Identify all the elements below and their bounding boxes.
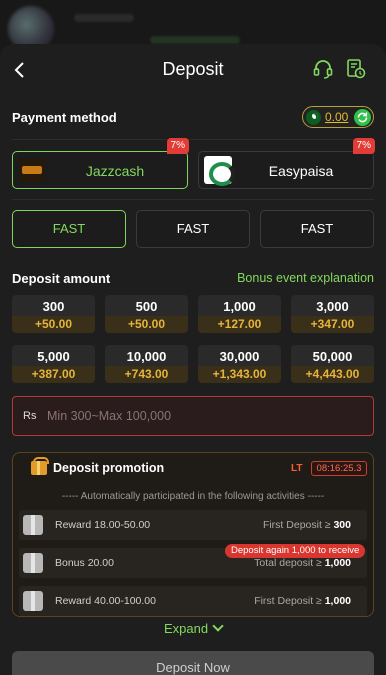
channel-fast-2[interactable]: FAST [136,210,250,248]
gift-box-icon [23,591,43,611]
records-clock-icon[interactable] [345,58,367,80]
background-text [74,14,134,22]
expand-button[interactable]: Expand [0,620,386,636]
payment-method-label: Payment method [12,110,117,125]
method-name: Jazzcash [85,163,145,179]
deposit-promotion-card: Deposit promotion LT 08:16:25.3 ----- Au… [12,452,374,617]
amount-bonus: +387.00 [12,366,95,383]
promotion-row-title: Reward 18.00-50.00 [55,519,151,531]
gift-box-icon [23,553,43,573]
deposit-again-tooltip: Deposit again 1,000 to receive [225,544,366,558]
amount-option[interactable]: 10,000 +743.00 [105,345,188,383]
amount-option[interactable]: 30,000 +1,343.00 [198,345,281,383]
promotion-row: Reward 18.00-50.00 First Deposit ≥ 300 [19,510,367,540]
amount-value: 300 [42,299,65,314]
gift-box-icon [23,515,43,535]
promotion-row-condition: First Deposit ≥ 1,000 [254,595,351,607]
payment-method-row: Payment method 0.00 [12,106,374,128]
amount-input[interactable] [47,397,367,435]
amount-value: 10,000 [126,349,167,364]
expand-label: Expand [163,621,209,636]
header: Deposit [0,44,386,96]
amount-value: 1,000 [223,299,256,314]
deposit-sheet: Deposit Payment method 0.00 Jazzcash 7% … [0,44,386,675]
countdown-timer: 08:16:25.3 [311,461,367,476]
amount-bonus: +50.00 [12,316,95,333]
amount-bonus: +347.00 [291,316,374,333]
amount-option[interactable]: 3,000 +347.00 [291,295,374,333]
condition-text: First Deposit ≥ [254,595,325,607]
amount-input-field: Rs [12,396,374,436]
amount-option[interactable]: 50,000 +4,443.00 [291,345,374,383]
discount-badge: 7% [352,138,375,154]
channel-fast-3[interactable]: FAST [260,210,374,248]
gift-icon [31,457,49,475]
amount-bonus: +127.00 [198,316,281,333]
headset-icon[interactable] [312,58,334,80]
condition-value: 300 [333,519,351,531]
balance-value: 0.00 [325,110,349,124]
amount-value: 3,000 [316,299,349,314]
deposit-amount-header: Deposit amount Bonus event explanation [12,270,374,286]
amount-option[interactable]: 5,000 +387.00 [12,345,95,383]
promotion-subtitle: ----- Automatically participated in the … [61,491,325,502]
payment-methods: Jazzcash 7% Easypaisa 7% [12,138,375,189]
divider [12,139,374,140]
limited-time-icon: LT [291,463,303,474]
amount-option[interactable]: 1,000 +127.00 [198,295,281,333]
method-jazzcash[interactable]: Jazzcash 7% [12,138,189,189]
amount-value: 50,000 [312,349,353,364]
deposit-now-button[interactable]: Deposit Now [12,651,374,675]
amount-bonus: +50.00 [105,316,188,333]
amount-value: 500 [135,299,158,314]
promotion-title: Deposit promotion [53,461,165,475]
pakistan-flag-icon [306,110,321,125]
balance-pill: 0.00 [302,106,374,128]
promotion-row-condition: First Deposit ≥ 300 [263,519,351,531]
amount-value: 5,000 [37,349,70,364]
bonus-event-link[interactable]: Bonus event explanation [237,271,374,285]
deposit-amount-label: Deposit amount [12,271,111,286]
amount-option[interactable]: 500 +50.00 [105,295,188,333]
condition-value: 1,000 [324,557,351,569]
condition-text: Total deposit ≥ [254,557,325,569]
condition-text: First Deposit ≥ [262,519,334,531]
amount-bonus: +4,443.00 [291,366,374,383]
currency-prefix: Rs [23,410,37,422]
promotion-row-title: Bonus 20.00 [55,557,114,569]
amount-bonus: +743.00 [105,366,188,383]
promotion-row-title: Reward 40.00-100.00 [55,595,156,607]
channel-fast-1[interactable]: FAST [12,210,126,248]
amount-bonus: +1,343.00 [198,366,281,383]
condition-value: 1,000 [324,595,351,607]
promotion-row: Reward 40.00-100.00 First Deposit ≥ 1,00… [19,586,367,616]
method-easypaisa[interactable]: Easypaisa 7% [198,138,375,189]
channel-list: FAST FAST FAST [12,210,374,248]
promotion-row-condition: Total deposit ≥ 1,000 [254,557,351,569]
background-text [150,36,240,44]
refresh-icon[interactable] [354,109,371,126]
method-name: Easypaisa [268,163,334,179]
amount-value: 30,000 [219,349,260,364]
discount-badge: 7% [166,138,189,154]
amount-option[interactable]: 300 +50.00 [12,295,95,333]
chevron-down-icon [212,620,224,632]
divider [12,199,374,200]
